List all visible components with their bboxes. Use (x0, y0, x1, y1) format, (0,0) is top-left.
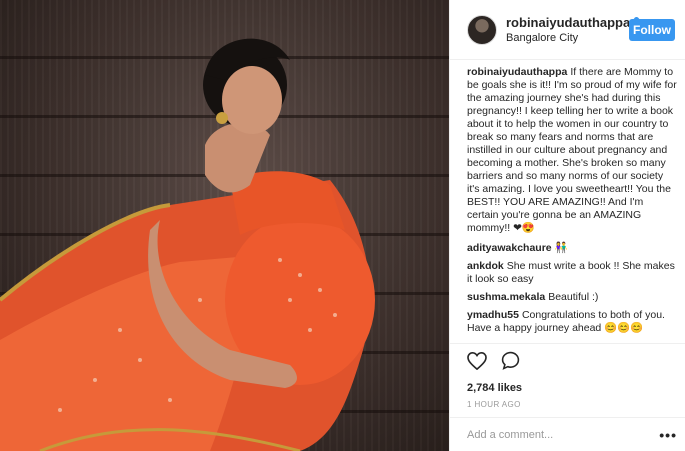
post-side-panel: robinaiyudauthappa ✓ Bangalore City Foll… (449, 0, 685, 451)
comment-username[interactable]: ankdok (467, 260, 504, 272)
comment-text: 👫 (554, 242, 568, 254)
post-actions: 2,784 likes 1 HOUR AGO (450, 343, 685, 409)
add-comment-bar: ••• (450, 417, 685, 451)
caption: robinaiyudauthappa If there are Mommy to … (467, 66, 677, 235)
comment-input[interactable] (467, 428, 660, 441)
comments-list[interactable]: robinaiyudauthappa If there are Mommy to … (467, 66, 677, 342)
more-options-icon[interactable]: ••• (659, 427, 677, 443)
list-item: ymadhu55 Congratulations to both of you. … (467, 309, 677, 335)
username-link[interactable]: robinaiyudauthappa (506, 15, 630, 30)
list-item: sushma.mekala Beautiful :) (467, 291, 677, 304)
comment-bubble-icon[interactable] (501, 351, 520, 375)
list-item: adityawakchaure 👫 (467, 242, 677, 255)
comment-username[interactable]: adityawakchaure (467, 242, 552, 254)
location-link[interactable]: Bangalore City (506, 32, 629, 44)
comment-username[interactable]: ymadhu55 (467, 309, 519, 321)
comment-text: Beautiful :) (548, 291, 599, 303)
avatar[interactable] (467, 14, 497, 45)
heart-icon[interactable] (467, 351, 487, 375)
caption-text: If there are Mommy to be goals she is it… (467, 66, 677, 234)
username-row: robinaiyudauthappa ✓ (506, 15, 640, 30)
post-header: robinaiyudauthappa ✓ Bangalore City Foll… (450, 0, 685, 60)
user-block: robinaiyudauthappa ✓ Bangalore City (506, 15, 640, 44)
photo-illustration (0, 38, 375, 451)
likes-count[interactable]: 2,784 likes (467, 382, 668, 394)
follow-button[interactable]: Follow (629, 18, 675, 41)
caption-username[interactable]: robinaiyudauthappa (467, 66, 567, 78)
comment-username[interactable]: sushma.mekala (467, 291, 545, 303)
post-photo[interactable] (0, 0, 449, 451)
post-timestamp[interactable]: 1 HOUR AGO (467, 400, 668, 409)
action-icons (467, 351, 668, 375)
list-item: ankdok She must write a book !! She makes… (467, 260, 677, 286)
